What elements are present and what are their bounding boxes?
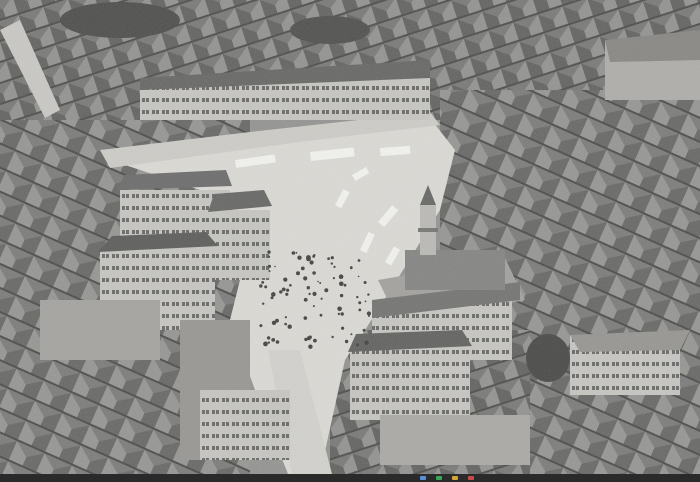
taskbar-indicator xyxy=(452,476,458,480)
bottom-taskbar-strip xyxy=(0,474,700,482)
aerial-photograph xyxy=(0,0,700,474)
taskbar-indicator xyxy=(468,476,474,480)
taskbar-indicator xyxy=(420,476,426,480)
atmospheric-haze xyxy=(0,0,700,474)
taskbar-indicator xyxy=(436,476,442,480)
